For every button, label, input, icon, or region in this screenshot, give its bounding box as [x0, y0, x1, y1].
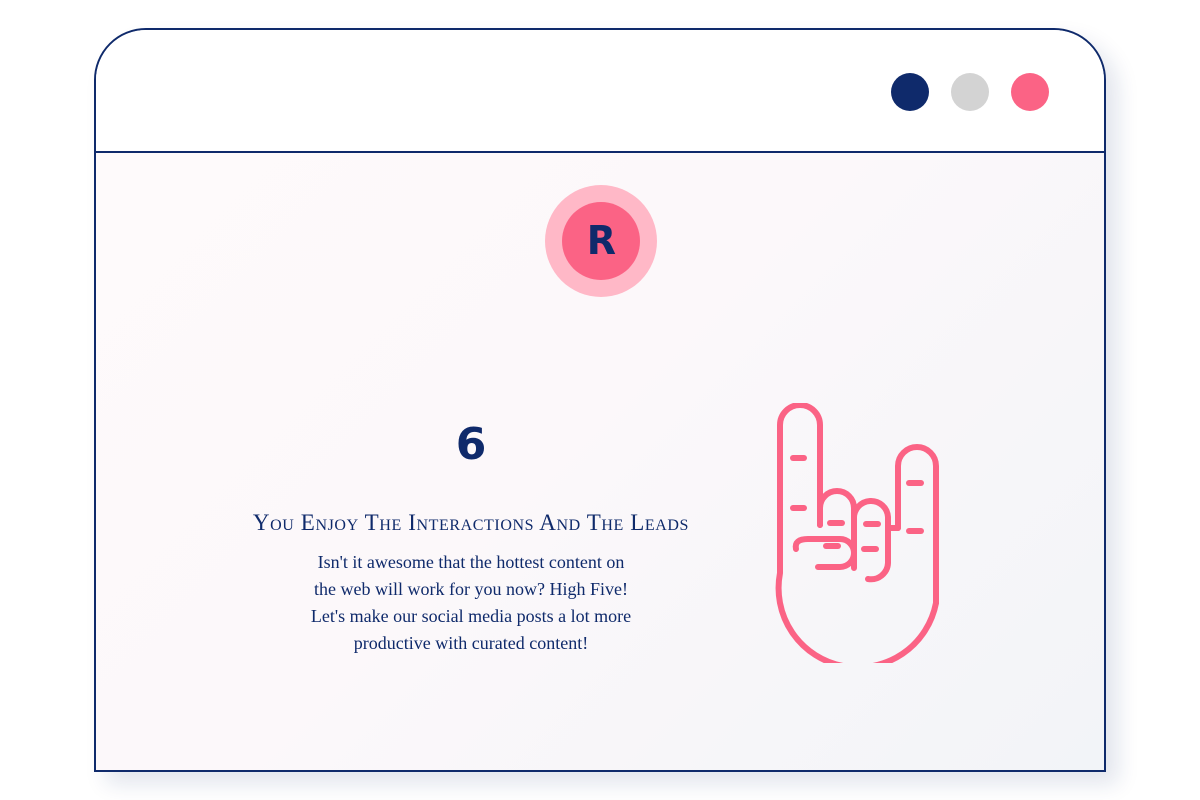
window-dot-gray[interactable] [951, 73, 989, 111]
description-line: Isn't it awesome that the hottest conten… [317, 552, 625, 572]
brand-logo-inner: R [562, 202, 640, 280]
window-content: R 6 You Enjoy The Interactions And The L… [96, 153, 1104, 770]
brand-logo-letter: R [586, 218, 616, 264]
feature-title: You Enjoy The Interactions And The Leads [252, 510, 690, 535]
description-line: the web will work for you now? High Five… [314, 579, 628, 599]
brand-logo: R [545, 185, 657, 297]
window-dot-navy[interactable] [891, 73, 929, 111]
window-titlebar [96, 30, 1104, 153]
rock-hand-icon [775, 403, 939, 663]
browser-window: R 6 You Enjoy The Interactions And The L… [94, 28, 1106, 772]
window-dot-pink[interactable] [1011, 73, 1049, 111]
feature-description: Isn't it awesome that the hottest conten… [261, 549, 681, 657]
step-number: 6 [455, 419, 487, 470]
description-line: Let's make our social media posts a lot … [310, 606, 632, 626]
description-line: productive with curated content! [353, 633, 589, 653]
